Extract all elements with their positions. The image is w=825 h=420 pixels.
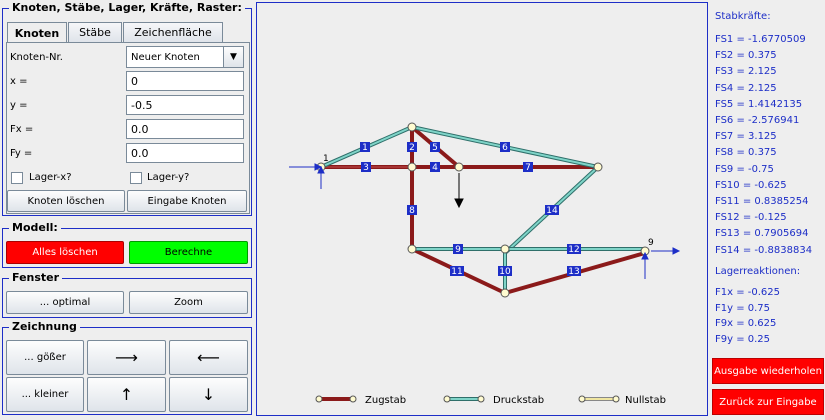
lager-y-label: Lager-y? (147, 172, 190, 183)
member-label-3: 3 (363, 163, 369, 173)
member-label-11: 11 (451, 267, 462, 277)
node-label-9: 9 (648, 238, 654, 248)
member-label-7: 7 (525, 163, 531, 173)
lager-list: F1x = -0.625 F1y = 0.75 F9x = 0.625 F9y … (715, 285, 780, 347)
move-down-button[interactable]: ↓ (169, 377, 248, 412)
lager-title: Lagerreaktionen: (715, 266, 801, 277)
y-label: y = (10, 100, 28, 111)
y-field[interactable]: -0.5 (126, 95, 244, 115)
chevron-down-icon[interactable]: ▼ (223, 47, 243, 67)
truss-drawing: 1 2 3 4 5 6 7 8 9 10 11 12 13 14 1 9 Zug… (289, 122, 681, 406)
node-number-label: Knoten-Nr. (10, 52, 63, 63)
panel-fenster-title: Fenster (9, 271, 63, 284)
move-left-button[interactable]: ⟵ (169, 340, 248, 375)
node (407, 162, 417, 172)
stab-title: Stabkräfte: (715, 11, 771, 22)
stab-force: FS10 = -0.625 (715, 179, 787, 191)
member-label-2: 2 (409, 143, 415, 153)
move-right-button[interactable]: ⟶ (87, 340, 166, 375)
panel-zeichnung-title: Zeichnung (9, 320, 80, 333)
stab-force: FS8 = 0.375 (715, 147, 777, 159)
x-label: x = (10, 76, 28, 87)
node (593, 162, 603, 172)
stab-force: FS5 = 1.4142135 (715, 98, 803, 110)
node (500, 244, 510, 254)
fy-field[interactable]: 0.0 (126, 143, 244, 163)
stab-force: FS14 = -0.8838834 (715, 244, 813, 256)
compute-button[interactable]: Berechne (129, 241, 248, 264)
node-label-1: 1 (323, 154, 329, 164)
arrow-up-icon: ↑ (119, 384, 134, 404)
lager-force: F1x = -0.625 (715, 287, 781, 298)
node-select[interactable]: Neuer Knoten ▼ (126, 46, 244, 68)
node (454, 162, 464, 172)
tab-staebe[interactable]: Stäbe (68, 22, 122, 42)
stab-force: FS1 = -1.6770509 (715, 34, 806, 45)
fx-label: Fx = (10, 124, 34, 135)
zoom-button[interactable]: Zoom (129, 291, 248, 314)
stab-force: FS7 = 3.125 (715, 131, 777, 143)
delete-node-button[interactable]: Knoten löschen (7, 190, 125, 212)
stab-force: FS2 = 0.375 (715, 50, 777, 62)
member-label-8: 8 (409, 206, 415, 216)
clear-all-button[interactable]: Alles löschen (6, 241, 124, 264)
panel-knoten-title: Knoten, Stäbe, Lager, Kräfte, Raster: (9, 1, 245, 14)
smaller-button[interactable]: ... kleiner (6, 377, 84, 412)
legend-druck-label: Druckstab (493, 395, 544, 406)
x-field[interactable]: 0 (126, 71, 244, 91)
node-select-value: Neuer Knoten (131, 52, 200, 63)
node (407, 244, 417, 254)
back-to-input-button[interactable]: Zurück zur Eingabe (712, 389, 824, 415)
member-label-14: 14 (546, 206, 558, 216)
member-label-4: 4 (432, 163, 438, 173)
node (500, 288, 510, 298)
fy-label: Fy = (10, 148, 33, 159)
member-label-6: 6 (502, 143, 508, 153)
optimal-button[interactable]: ... optimal (6, 291, 124, 314)
stab-force: FS6 = -2.576941 (715, 115, 800, 127)
stab-force: FS12 = -0.125 (715, 212, 787, 224)
drawing-canvas[interactable]: 1 2 3 4 5 6 7 8 9 10 11 12 13 14 1 9 Zug… (256, 2, 708, 416)
bigger-button[interactable]: ... gößer (6, 340, 84, 375)
lager-force: F9x = 0.625 (715, 318, 777, 329)
lager-x-label: Lager-x? (29, 172, 72, 183)
member-label-5: 5 (432, 143, 438, 153)
node (407, 122, 417, 132)
move-up-button[interactable]: ↑ (87, 377, 166, 412)
stab-list: FS1 = -1.6770509 FS2 = 0.375 FS3 = 2.125… (715, 32, 812, 259)
member-label-1: 1 (362, 143, 368, 153)
tab-zeichenflaeche[interactable]: Zeichenfläche (123, 22, 223, 42)
member-label-13: 13 (568, 267, 579, 277)
arrow-down-icon: ↓ (201, 384, 216, 404)
member-label-9: 9 (455, 245, 461, 255)
input-node-button[interactable]: Eingabe Knoten (127, 190, 247, 212)
legend-null-label: Nullstab (625, 395, 666, 406)
lager-y-checkbox[interactable] (130, 172, 142, 184)
arrow-left-icon: ⟵ (197, 347, 220, 367)
tab-knoten[interactable]: Knoten (7, 22, 67, 43)
member-label-10: 10 (499, 267, 511, 277)
panel-modell-title: Modell: (9, 221, 61, 234)
repeat-output-button[interactable]: Ausgabe wiederholen (712, 358, 824, 384)
arrow-right-icon: ⟶ (115, 347, 138, 367)
stab-force: FS3 = 2.125 (715, 66, 777, 78)
stab-force: FS11 = 0.8385254 (715, 196, 809, 208)
fx-field[interactable]: 0.0 (126, 119, 244, 139)
stab-force: FS9 = -0.75 (715, 163, 774, 175)
stab-force: FS13 = 0.7905694 (715, 228, 809, 240)
member-label-12: 12 (568, 245, 579, 255)
legend-zug-label: Zugstab (365, 395, 406, 406)
lager-force: F9y = 0.25 (715, 333, 771, 345)
lager-x-checkbox[interactable] (11, 172, 23, 184)
lager-force: F1y = 0.75 (715, 302, 771, 314)
stab-force: FS4 = 2.125 (715, 82, 777, 94)
